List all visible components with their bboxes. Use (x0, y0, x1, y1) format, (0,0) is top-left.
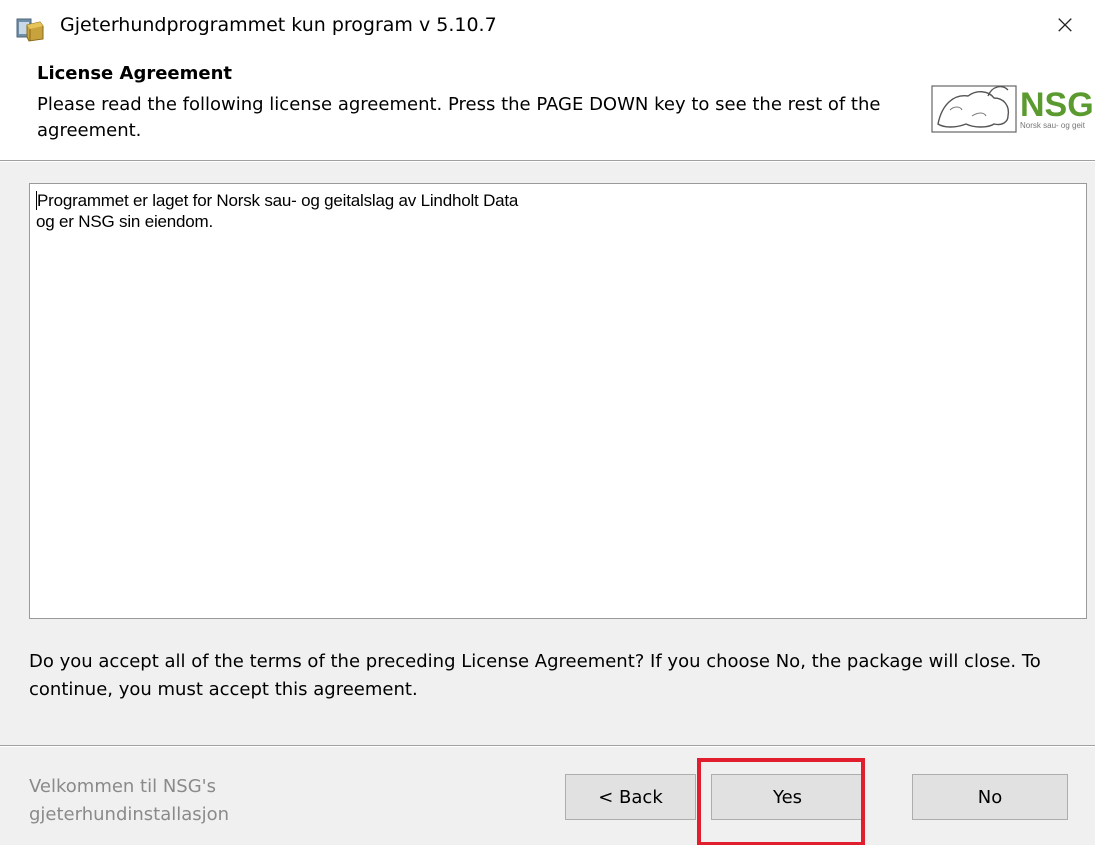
close-icon: × (1054, 10, 1076, 40)
accept-question: Do you accept all of the terms of the pr… (29, 651, 1041, 700)
logo-subtext: Norsk sau- og geit (1020, 121, 1086, 130)
sheep-logo-icon: NSG Norsk sau- og geit (931, 85, 1094, 133)
license-text-area[interactable]: Programmet er laget for Norsk sau- og ge… (29, 183, 1087, 619)
installer-window: Gjeterhundprogrammet kun program v 5.10.… (0, 0, 1095, 845)
wizard-header: License Agreement Please read the follow… (0, 50, 1095, 160)
title-bar[interactable]: Gjeterhundprogrammet kun program v 5.10.… (0, 0, 1095, 50)
window-title: Gjeterhundprogrammet kun program v 5.10.… (60, 14, 497, 36)
installer-package-icon (16, 18, 44, 42)
page-title: License Agreement (37, 63, 233, 84)
back-button[interactable]: < Back (565, 774, 696, 820)
header-divider (0, 160, 1095, 162)
branding-text: Velkommen til NSG's gjeterhundinstallasj… (29, 776, 230, 825)
page-description: Please read the following license agreem… (37, 94, 881, 141)
yes-button[interactable]: Yes (711, 774, 864, 820)
no-button[interactable]: No (912, 774, 1068, 820)
footer-divider (0, 745, 1095, 747)
close-button[interactable]: × (1035, 0, 1095, 50)
license-line: og er NSG sin eiendom. (36, 212, 214, 231)
logo-text: NSG (1020, 86, 1094, 124)
license-line: Programmet er laget for Norsk sau- og ge… (36, 191, 519, 210)
